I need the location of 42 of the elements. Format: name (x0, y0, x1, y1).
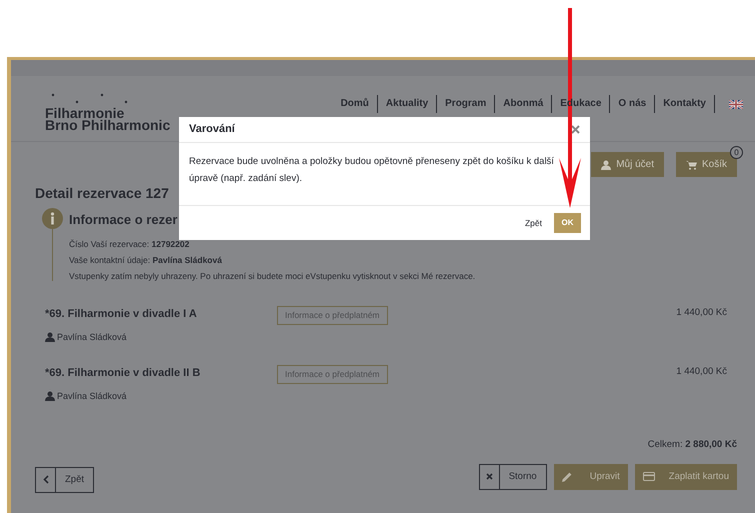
info-text: Číslo Vaší rezervace: 12792202 (69, 238, 190, 250)
nav-link[interactable]: O nás (610, 95, 656, 113)
flag-icon[interactable] (729, 100, 743, 108)
person-name: Pavlína Sládková (57, 390, 127, 402)
card-icon (642, 472, 655, 482)
info-text: Vaše kontaktní údaje: Pavlína Sládková (69, 254, 223, 267)
info-heading: Informace o rezer (69, 211, 178, 229)
account-button[interactable]: Můj účet (591, 152, 664, 177)
cart-icon (686, 160, 697, 170)
ok-button[interactable]: OK (554, 213, 581, 233)
subscription-info-button[interactable]: Informace o předplatném (277, 306, 388, 324)
item-price: 1 440,00 Kč (676, 364, 727, 378)
person-name: Pavlína Sládková (57, 330, 127, 344)
person-icon (45, 391, 55, 402)
pay-by-card-button[interactable]: Zaplatit kartou (634, 464, 737, 490)
cancel-button[interactable]: Storno (478, 464, 547, 490)
nav-link[interactable]: Program (437, 95, 496, 113)
nav-link[interactable]: Kontakty (655, 95, 714, 113)
total-price: Celkem: 2 880,00 Kč (648, 438, 737, 452)
dialog-title: Varování (189, 122, 235, 138)
edit-button[interactable]: Upravit (554, 464, 628, 490)
item-title: *69. Filharmonie v divadle II B (45, 366, 202, 380)
person-icon (45, 332, 55, 342)
logo-text: Filharmonie (45, 107, 124, 119)
person-icon (601, 160, 612, 170)
dialog-message: Rezervace bude uvolněna a položky budou opětovně přeneseny zpět do košíku k další úpravě (např. zadání slev). (188, 155, 555, 186)
chevron-left-icon (42, 475, 48, 484)
nav-link[interactable]: Domů (332, 95, 378, 113)
item-price: 1 440,00 Kč (676, 306, 727, 320)
page-title: Detail rezervace 127 (35, 184, 170, 203)
subscription-info-button[interactable]: Informace o předplatném (277, 364, 388, 384)
close-icon[interactable] (571, 125, 580, 134)
pencil-icon (562, 472, 572, 482)
nav-link[interactable]: Aktuality (378, 95, 438, 113)
back-button[interactable]: Zpět (35, 466, 94, 493)
close-icon (486, 473, 493, 480)
item-title: *69. Filharmonie v divadle I A (45, 306, 198, 322)
info-text: Vstupenky zatím nebyly uhrazeny. Po uhrazení si budete moci eVstupenku vytisknout v sekci Mé rezervace. (69, 270, 476, 283)
logo-text: Brno Philharmonic (45, 119, 170, 131)
cart-count-badge: 0 (730, 146, 743, 159)
dialog-back-button[interactable]: Zpět (524, 216, 542, 230)
nav-link[interactable]: Abonmá (495, 95, 552, 113)
